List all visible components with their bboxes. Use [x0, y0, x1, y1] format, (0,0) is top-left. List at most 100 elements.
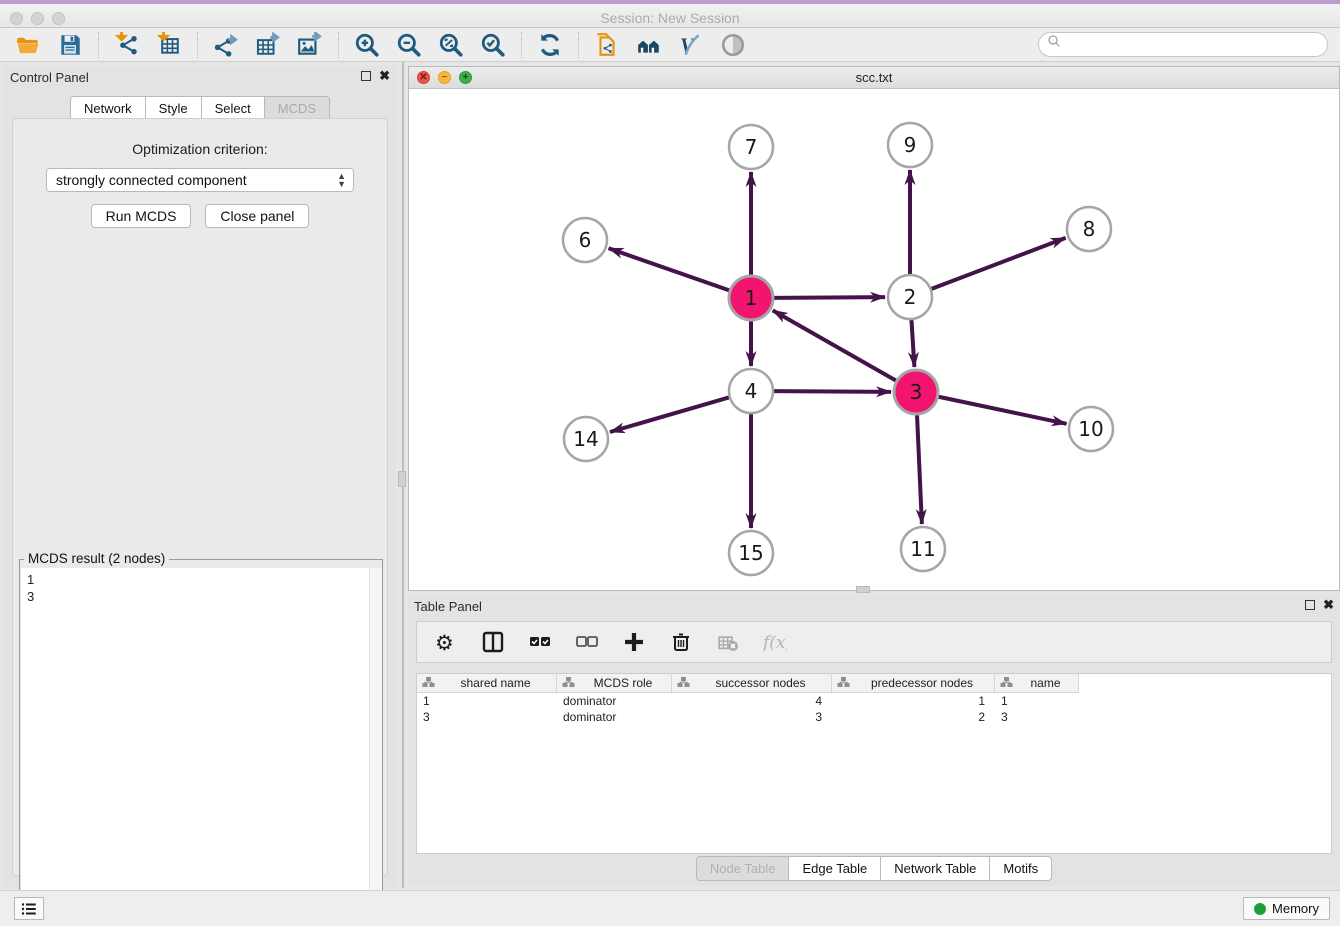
column-header-shared-name[interactable]: shared name — [417, 674, 557, 693]
vizmapper-button[interactable]: V — [677, 31, 705, 59]
hide-graphics-button[interactable] — [719, 31, 747, 59]
refresh-button[interactable] — [536, 31, 564, 59]
edge-4-14[interactable] — [610, 397, 729, 432]
tab-network-table[interactable]: Network Table — [880, 856, 989, 881]
export-table-button[interactable] — [254, 31, 282, 59]
table-panel: Table Panel ✖ ⚙f(x) shared nameMCDS role… — [408, 595, 1340, 886]
search-input[interactable] — [1063, 37, 1327, 52]
column-header-predecessor-nodes[interactable]: predecessor nodes — [832, 674, 995, 693]
result-scrollbar[interactable] — [369, 568, 382, 926]
node-3[interactable]: 3 — [894, 370, 938, 414]
table-cell[interactable]: 4 — [672, 693, 832, 709]
column-header-MCDS-role[interactable]: MCDS role — [557, 674, 672, 693]
select-all-button[interactable] — [527, 629, 553, 655]
zoom-in-button[interactable] — [353, 31, 381, 59]
zoom-selected-button[interactable] — [479, 31, 507, 59]
table-panel-close-icon[interactable]: ✖ — [1323, 600, 1334, 610]
node-2[interactable]: 2 — [888, 275, 932, 319]
zoom-fit-button[interactable] — [437, 31, 465, 59]
open-session-button[interactable] — [14, 31, 42, 59]
svg-text:f(x): f(x) — [763, 633, 787, 653]
table-cell[interactable]: 1 — [995, 693, 1079, 709]
columns-button[interactable] — [480, 629, 506, 655]
column-header-successor-nodes[interactable]: successor nodes — [672, 674, 832, 693]
node-6[interactable]: 6 — [563, 218, 607, 262]
vertical-splitter-grip[interactable] — [398, 471, 406, 487]
table-panel-float-icon[interactable] — [1305, 600, 1315, 610]
destroy-table-icon — [716, 630, 740, 654]
table-tabs: Node TableEdge TableNetwork TableMotifs — [408, 856, 1340, 881]
save-session-button[interactable] — [56, 31, 84, 59]
table-cell[interactable]: dominator — [557, 709, 672, 725]
zoom-out-button[interactable] — [395, 31, 423, 59]
node-table[interactable]: shared name MCDS rolesuccessor nodesprede… — [416, 673, 1332, 854]
edge-1-6[interactable] — [609, 248, 730, 290]
delete-row-button[interactable] — [668, 629, 694, 655]
table-row[interactable]: 3dominator323 — [417, 709, 1331, 725]
node-9[interactable]: 9 — [888, 123, 932, 167]
home-layout-button[interactable] — [635, 31, 663, 59]
node-4[interactable]: 4 — [729, 369, 773, 413]
table-cell[interactable]: 3 — [995, 709, 1079, 725]
column-header-name[interactable]: name — [995, 674, 1079, 693]
settings-gear-button[interactable]: ⚙ — [433, 629, 459, 655]
node-14[interactable]: 14 — [564, 417, 608, 461]
network-canvas[interactable]: 1 2 3 4 6 7 8 9 10 11 14 15 — [409, 89, 1339, 590]
memory-button[interactable]: Memory — [1243, 897, 1330, 920]
export-table-icon — [255, 32, 281, 58]
criterion-select-value: strongly connected component — [56, 172, 247, 188]
export-network-button[interactable] — [212, 31, 240, 59]
deselect-all-button[interactable] — [574, 629, 600, 655]
edge-2-3[interactable] — [911, 320, 914, 367]
edge-3-11[interactable] — [917, 415, 922, 524]
node-10[interactable]: 10 — [1069, 407, 1113, 451]
import-table-icon — [156, 32, 182, 58]
run-mcds-button[interactable]: Run MCDS — [91, 204, 192, 228]
tree-icon — [422, 675, 435, 688]
table-toolbar: ⚙ f(x) — [416, 621, 1332, 663]
node-1[interactable]: 1 — [729, 276, 773, 320]
deselect-all-icon — [575, 630, 599, 654]
column-header-label: MCDS role — [575, 676, 671, 690]
table-cell[interactable]: 3 — [417, 709, 557, 725]
table-row[interactable]: 1dominator411 — [417, 693, 1331, 709]
add-row-button[interactable] — [621, 629, 647, 655]
export-image-button[interactable] — [296, 31, 324, 59]
status-bar: Memory — [0, 890, 1340, 926]
table-cell[interactable]: 3 — [672, 709, 832, 725]
control-panel-close-icon[interactable]: ✖ — [379, 71, 390, 81]
tab-edge-table[interactable]: Edge Table — [788, 856, 880, 881]
table-cell[interactable]: 1 — [832, 693, 995, 709]
edge-2-8[interactable] — [932, 238, 1066, 289]
node-label: 7 — [745, 135, 758, 159]
node-7[interactable]: 7 — [729, 125, 773, 169]
edge-1-2[interactable] — [774, 297, 885, 298]
node-label: 10 — [1078, 417, 1103, 441]
tab-node-table[interactable]: Node Table — [696, 856, 789, 881]
close-panel-button[interactable]: Close panel — [205, 204, 309, 228]
table-cell[interactable]: 2 — [832, 709, 995, 725]
control-panel-float-icon[interactable] — [361, 71, 371, 81]
network-graph[interactable]: 1 2 3 4 6 7 8 9 10 11 14 15 — [409, 89, 1339, 590]
zoom-out-icon — [396, 32, 422, 58]
search-icon — [1047, 34, 1063, 55]
table-cell[interactable]: dominator — [557, 693, 672, 709]
table-cell[interactable]: 1 — [417, 693, 557, 709]
edge-3-10[interactable] — [939, 397, 1067, 424]
import-table-button[interactable] — [155, 31, 183, 59]
import-network-button[interactable] — [113, 31, 141, 59]
edge-3-1[interactable] — [773, 310, 896, 380]
node-11[interactable]: 11 — [901, 527, 945, 571]
node-15[interactable]: 15 — [729, 531, 773, 575]
search-box[interactable] — [1038, 32, 1328, 57]
horizontal-splitter-grip[interactable] — [856, 586, 870, 593]
edge-4-3[interactable] — [774, 391, 891, 392]
node-label: 4 — [745, 379, 758, 403]
mcds-result-list: 13 — [21, 568, 381, 926]
task-history-button[interactable] — [14, 897, 44, 920]
node-8[interactable]: 8 — [1067, 207, 1111, 251]
criterion-select[interactable]: strongly connected component ▲▼ — [46, 168, 354, 192]
tree-icon — [1000, 675, 1013, 688]
tab-motifs[interactable]: Motifs — [989, 856, 1052, 881]
network-file-button[interactable] — [593, 31, 621, 59]
